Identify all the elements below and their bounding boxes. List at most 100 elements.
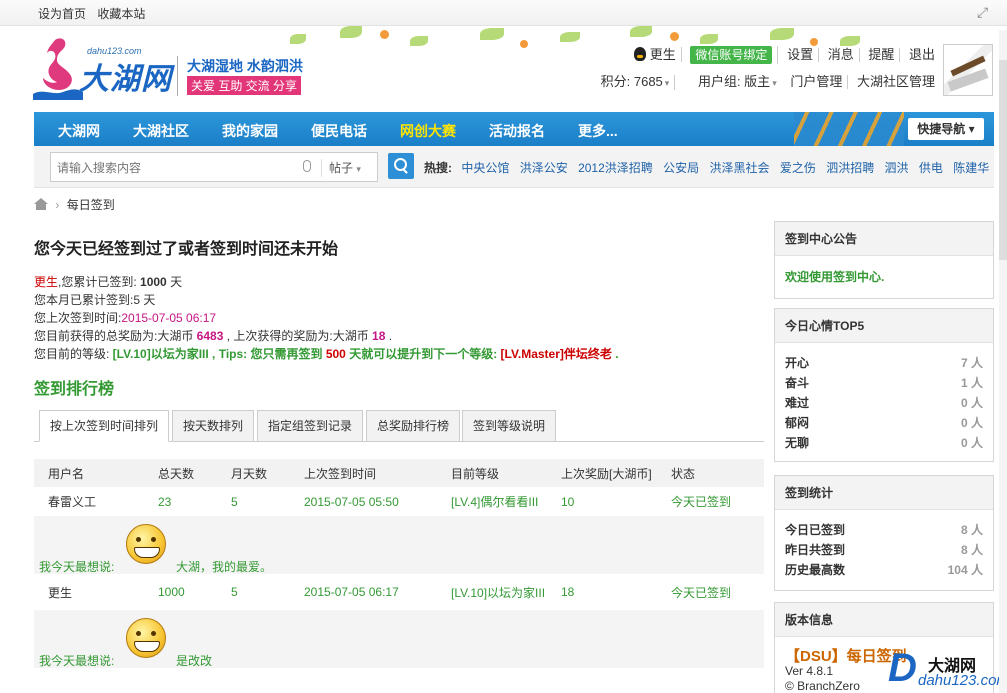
hot-link[interactable]: 公安局: [663, 161, 699, 175]
next-level: [LV.Master]伴坛终老: [500, 347, 612, 361]
search-button[interactable]: [388, 153, 414, 179]
stats-panel: 签到统计 今日已签到 8 人 昨日共签到 8 人 历史最高数 104 人: [774, 475, 994, 591]
microphone-icon[interactable]: [303, 160, 311, 172]
scrollbar[interactable]: [999, 30, 1007, 693]
col-level: 目前等级: [437, 459, 547, 487]
mood-row: 我今天最想说: 大湖，我的最爱。: [34, 516, 764, 574]
site-logo[interactable]: dahu123.com 大湖网 大湖湿地 水韵泗洪 关爱 互助 交流 分享: [33, 36, 323, 106]
home-icon[interactable]: [34, 198, 48, 210]
mood-label: 我今天最想说:: [39, 654, 115, 668]
col-month-days: 月天数: [217, 459, 290, 487]
tab-level-help[interactable]: 签到等级说明: [462, 410, 557, 442]
row-time: 2015-07-05 06:17: [290, 574, 437, 610]
nav-item-phone[interactable]: 便民电话: [311, 121, 367, 141]
tips-days: 500: [325, 347, 346, 361]
ranking-tabs: 按上次签到时间排列 按天数排列 指定组签到记录 总奖励排行榜 签到等级说明: [34, 408, 764, 442]
main-content: 您今天已经签到过了或者签到时间还未开始 更生,您累计已签到: 1000 天 您本…: [34, 226, 764, 668]
hot-link[interactable]: 2012洪泽招聘: [578, 161, 653, 175]
hot-link[interactable]: 洪泽黑社会: [709, 161, 769, 175]
nav-item-community[interactable]: 大湖社区: [133, 121, 189, 141]
hot-link[interactable]: 中央公馆: [461, 161, 509, 175]
fullscreen-icon[interactable]: ⤢: [977, 4, 993, 20]
portal-admin-link[interactable]: 门户管理: [785, 75, 849, 89]
hot-searches: 热搜: 中央公馆 洪泽公安 2012洪泽招聘 公安局 洪泽黑社会 爱之伤 泗洪招…: [424, 159, 996, 176]
row-status: 今天已签到: [657, 574, 764, 610]
hot-link[interactable]: 洪泽公安: [520, 161, 568, 175]
reminders-link[interactable]: 提醒: [863, 48, 901, 62]
row-username[interactable]: 更生: [34, 574, 144, 610]
mood-item: 无聊 0 人: [785, 436, 983, 450]
tab-by-last-time[interactable]: 按上次签到时间排列: [39, 410, 170, 442]
username-link[interactable]: 更生: [629, 47, 682, 62]
set-home-link[interactable]: 设为首页: [38, 7, 86, 21]
mood-item: 开心 7 人: [785, 356, 983, 370]
stats-title: 签到统计: [775, 476, 993, 510]
col-username: 用户名: [34, 459, 144, 487]
search-box: 帖子 ▾: [50, 152, 378, 182]
hot-link[interactable]: 泗洪招聘: [826, 161, 874, 175]
mood-item: 奋斗 1 人: [785, 376, 983, 390]
row-reward: 18: [547, 574, 657, 610]
qq-icon: [633, 47, 646, 61]
mood-label: 我今天最想说:: [39, 560, 115, 574]
col-status: 状态: [657, 459, 764, 487]
logo-tagline: 关爱 互助 交流 分享: [187, 76, 302, 95]
mood-top5-title: 今日心情TOP5: [775, 309, 993, 343]
nav-item-dahu[interactable]: 大湖网: [58, 121, 100, 141]
chevron-down-icon: ▾: [772, 78, 777, 88]
top-bar: 设为首页 收藏本站 ⤢: [0, 0, 1007, 26]
notice-panel: 签到中心公告 欢迎使用签到中心.: [774, 221, 994, 299]
mood-text: 是改改: [176, 654, 213, 668]
messages-link[interactable]: 消息: [823, 48, 860, 62]
col-last-time: 上次签到时间: [290, 459, 437, 487]
ranking-table: 用户名 总天数 月天数 上次签到时间 目前等级 上次奖励[大湖币] 状态 春雷义…: [34, 459, 764, 668]
hot-link[interactable]: 陈建华: [953, 161, 989, 175]
row-level: [LV.4]偶尔看看III: [437, 487, 547, 516]
info-username[interactable]: 更生: [34, 275, 58, 289]
stat-item: 昨日共签到 8 人: [785, 543, 983, 557]
row-username[interactable]: 春雷义工: [34, 487, 144, 516]
nav-item-events[interactable]: 活动报名: [489, 121, 545, 141]
settings-link[interactable]: 设置: [782, 48, 820, 62]
avatar[interactable]: [943, 44, 993, 96]
stat-item: 今日已签到 8 人: [785, 523, 983, 537]
smiley-icon: [126, 618, 166, 658]
points-menu[interactable]: 积分: 7685 ▾: [596, 75, 676, 90]
table-row: 春雷义工 23 5 2015-07-05 05:50 [LV.4]偶尔看看III…: [34, 487, 764, 516]
current-level: [LV.10]以坛为家III: [112, 347, 209, 361]
tab-reward-ranking[interactable]: 总奖励排行榜: [366, 410, 461, 442]
last-signin-time: 2015-07-05 06:17: [121, 311, 217, 325]
month-days: 您本月已累计签到:5 天: [34, 293, 156, 307]
reward-total: 6483: [196, 329, 224, 343]
tab-group-records[interactable]: 指定组签到记录: [257, 410, 364, 442]
usergroup-menu[interactable]: 用户组: 版主 ▾: [693, 75, 782, 90]
smiley-icon: [126, 524, 166, 564]
hot-link[interactable]: 泗洪: [885, 161, 909, 175]
chevron-down-icon: ▾: [356, 164, 361, 174]
breadcrumb-current[interactable]: 每日签到: [67, 198, 115, 212]
table-header: 用户名 总天数 月天数 上次签到时间 目前等级 上次奖励[大湖币] 状态: [34, 459, 764, 487]
row-time: 2015-07-05 05:50: [290, 487, 437, 516]
search-scope-select[interactable]: 帖子 ▾: [329, 159, 361, 176]
quick-nav-button[interactable]: 快捷导航 ▾: [908, 118, 984, 140]
chevron-right-icon: ›: [55, 198, 60, 212]
watermark-logo: D 大湖网 dahu123.com: [888, 646, 1007, 690]
logo-slogan: 大湖湿地 水韵泗洪: [187, 58, 303, 74]
top-links: 设为首页 收藏本站: [38, 5, 153, 22]
tab-by-days[interactable]: 按天数排列: [172, 410, 255, 442]
nav-item-more[interactable]: 更多...: [578, 121, 618, 141]
col-total-days: 总天数: [144, 459, 217, 487]
chevron-down-icon: ▾: [968, 122, 975, 136]
nav-item-home[interactable]: 我的家园: [222, 121, 278, 141]
wechat-bind-button[interactable]: 微信账号绑定: [690, 46, 773, 64]
hot-link[interactable]: 供电: [919, 161, 943, 175]
table-row: 更生 1000 5 2015-07-05 06:17 [LV.10]以坛为家II…: [34, 574, 764, 610]
hot-link[interactable]: 爱之伤: [780, 161, 816, 175]
search-input[interactable]: [57, 159, 297, 177]
bookmark-link[interactable]: 收藏本站: [97, 7, 145, 21]
community-admin-link[interactable]: 大湖社区管理: [852, 75, 940, 89]
scrollbar-thumb[interactable]: [999, 60, 1007, 260]
logout-link[interactable]: 退出: [904, 48, 940, 62]
nav-item-contest[interactable]: 网创大赛: [400, 121, 456, 141]
total-days: 1000: [140, 275, 167, 289]
